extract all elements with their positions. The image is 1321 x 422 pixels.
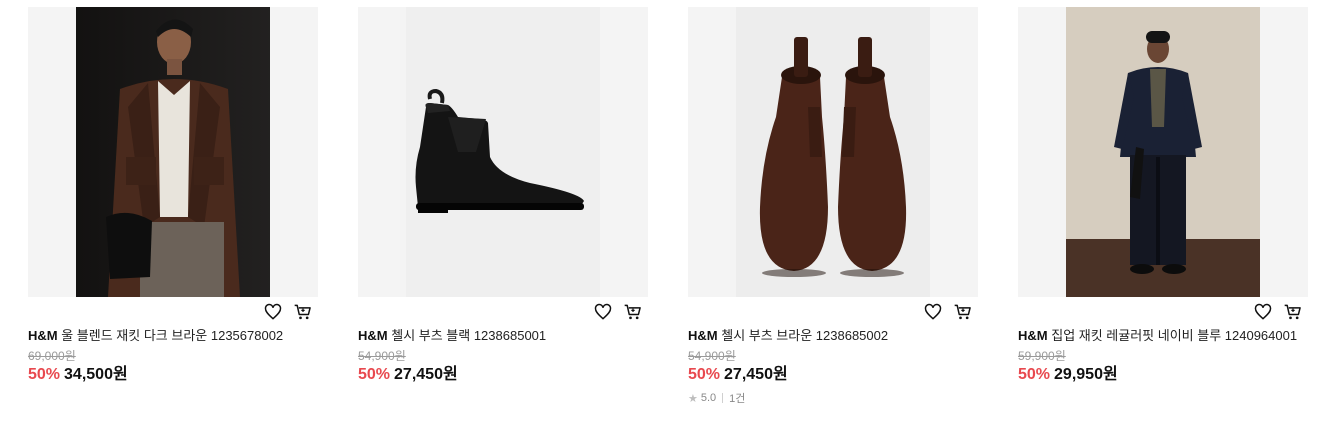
card-actions <box>688 297 978 327</box>
original-price: 69,000원 <box>28 349 76 363</box>
product-name: 집업 재킷 레귤러핏 네이비 블루 1240964001 <box>1051 328 1298 343</box>
product-image[interactable] <box>358 7 648 297</box>
sale-price: 27,450원 <box>724 366 788 383</box>
discount-rate: 50% <box>1018 366 1051 383</box>
product-title[interactable]: H&M 첼시 부츠 블랙 1238685001 <box>358 327 648 345</box>
product-card[interactable]: H&M 울 블렌드 재킷 다크 브라운 1235678002 69,000원 5… <box>28 7 318 385</box>
discount-rate: 50% <box>28 366 61 383</box>
cart-icon[interactable] <box>622 301 644 323</box>
price-row: 50% 34,500원 <box>28 365 318 385</box>
product-image[interactable] <box>1018 7 1308 297</box>
model-navy-jacket-photo <box>1018 7 1308 297</box>
rating-value: 5.0 <box>700 392 717 404</box>
card-actions <box>28 297 318 327</box>
heart-icon[interactable] <box>592 301 614 323</box>
price-row: 50% 27,450원 <box>688 365 978 385</box>
product-image[interactable] <box>28 7 318 297</box>
cart-icon[interactable] <box>292 301 314 323</box>
black-boot-photo <box>358 7 648 297</box>
product-name: 첼시 부츠 블랙 1238685001 <box>391 328 547 343</box>
rating-row: ★ 5.0 1건 <box>688 390 978 406</box>
product-brand: H&M <box>688 328 718 343</box>
discount-rate: 50% <box>358 366 391 383</box>
card-actions <box>1018 297 1308 327</box>
product-brand: H&M <box>358 328 388 343</box>
heart-icon[interactable] <box>922 301 944 323</box>
cart-icon[interactable] <box>1282 301 1304 323</box>
product-grid: H&M 울 블렌드 재킷 다크 브라운 1235678002 69,000원 5… <box>0 0 1321 422</box>
heart-icon[interactable] <box>1252 301 1274 323</box>
cart-icon[interactable] <box>952 301 974 323</box>
review-count[interactable]: 1건 <box>729 390 745 406</box>
original-price: 54,900원 <box>358 349 406 363</box>
product-title[interactable]: H&M 울 블렌드 재킷 다크 브라운 1235678002 <box>28 327 318 345</box>
product-brand: H&M <box>1018 328 1048 343</box>
sale-price: 29,950원 <box>1054 366 1118 383</box>
product-card[interactable]: H&M 첼시 부츠 브라운 1238685002 54,900원 50% 27,4… <box>688 7 978 406</box>
model-jacket-photo <box>28 7 318 297</box>
original-price: 54,900원 <box>688 349 736 363</box>
product-name: 첼시 부츠 브라운 1238685002 <box>721 328 889 343</box>
product-name: 울 블렌드 재킷 다크 브라운 1235678002 <box>61 328 284 343</box>
sale-price: 27,450원 <box>394 366 458 383</box>
product-card[interactable]: H&M 첼시 부츠 블랙 1238685001 54,900원 50% 27,45… <box>358 7 648 385</box>
star-icon: ★ <box>688 392 698 405</box>
brown-boots-photo <box>688 7 978 297</box>
discount-rate: 50% <box>688 366 721 383</box>
product-image[interactable] <box>688 7 978 297</box>
divider <box>722 393 724 403</box>
original-price: 59,900원 <box>1018 349 1066 363</box>
product-title[interactable]: H&M 집업 재킷 레귤러핏 네이비 블루 1240964001 <box>1018 327 1308 345</box>
product-card[interactable]: H&M 집업 재킷 레귤러핏 네이비 블루 1240964001 59,900원… <box>1018 7 1308 385</box>
product-brand: H&M <box>28 328 58 343</box>
heart-icon[interactable] <box>262 301 284 323</box>
product-title[interactable]: H&M 첼시 부츠 브라운 1238685002 <box>688 327 978 345</box>
sale-price: 34,500원 <box>64 366 128 383</box>
card-actions <box>358 297 648 327</box>
price-row: 50% 29,950원 <box>1018 365 1308 385</box>
price-row: 50% 27,450원 <box>358 365 648 385</box>
